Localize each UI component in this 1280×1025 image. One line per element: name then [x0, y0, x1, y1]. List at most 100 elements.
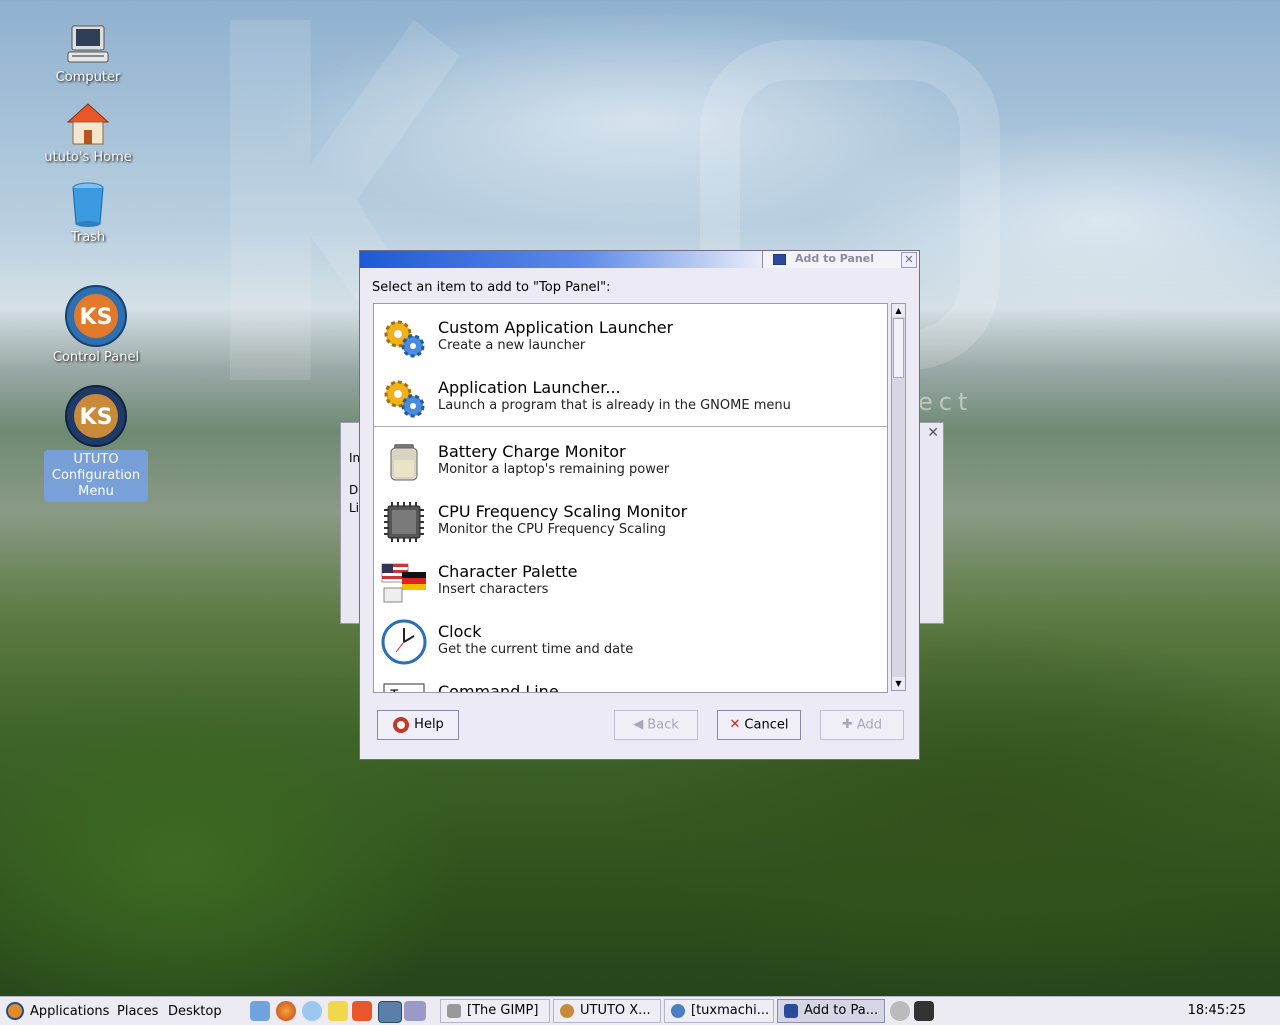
cancel-label: Cancel: [744, 717, 789, 733]
scroll-up-icon[interactable]: ▲: [892, 304, 905, 317]
list-item[interactable]: T Command Line: [374, 670, 887, 693]
applet-list[interactable]: Custom Application Launcher Create a new…: [373, 303, 888, 693]
item-name: Character Palette: [438, 562, 578, 581]
list-item[interactable]: Clock Get the current time and date: [374, 610, 887, 670]
messenger-icon[interactable]: [328, 1001, 348, 1021]
desktop-icon-label: Trash: [70, 230, 106, 245]
control-panel-icon: KS: [65, 285, 127, 347]
task-gimp[interactable]: [The GIMP]: [440, 999, 550, 1023]
list-item[interactable]: Application Launcher... Launch a program…: [374, 366, 887, 426]
scroll-down-icon[interactable]: ▼: [892, 677, 905, 690]
list-scrollbar[interactable]: ▲ ▼: [891, 303, 906, 691]
back-label: Back: [647, 717, 679, 733]
dialog-titlebar[interactable]: Add to Panel ✕: [360, 251, 919, 268]
task-browser[interactable]: [tuxmachi...: [664, 999, 774, 1023]
panel-icon: [784, 1004, 798, 1018]
item-name: Clock: [438, 622, 482, 641]
computer-icon: [67, 25, 109, 63]
gimp-icon: [447, 1004, 461, 1018]
task-add-to-panel[interactable]: Add to Pa...: [777, 999, 885, 1023]
task-ututo[interactable]: UTUTO X...: [553, 999, 661, 1023]
gears-icon: [384, 320, 425, 358]
firefox-icon[interactable]: [276, 1001, 296, 1021]
trash-icon: [72, 182, 104, 227]
item-description: Create a new launcher: [438, 338, 586, 353]
svg-text:T: T: [390, 688, 399, 693]
workspace-2[interactable]: [404, 1001, 426, 1021]
lifebuoy-icon: [393, 716, 410, 733]
terminal-icon: T: [383, 683, 425, 693]
desktop-icon-label: ututo's Home: [44, 150, 132, 165]
desktop-icon-label: Computer: [55, 70, 121, 85]
battery-icon: [390, 444, 418, 481]
add-button[interactable]: ✚ Add: [820, 710, 904, 740]
workspace-1[interactable]: [378, 1001, 402, 1023]
cancel-button[interactable]: ✕ Cancel: [717, 710, 801, 740]
help-label: Help: [414, 717, 444, 732]
item-name: Custom Application Launcher: [438, 318, 674, 337]
list-item[interactable]: Character Palette Insert characters: [374, 550, 887, 610]
applications-menu[interactable]: Applications: [30, 1004, 109, 1019]
task-label: UTUTO X...: [580, 1003, 651, 1018]
item-name: Application Launcher...: [438, 378, 621, 397]
home-icon[interactable]: [352, 1001, 372, 1021]
wallpaper-text: ect: [918, 388, 974, 416]
item-description: Insert characters: [438, 582, 549, 597]
panel-clock[interactable]: 18:45:25: [1188, 1003, 1246, 1018]
add-label: Add: [856, 717, 883, 733]
applications-menu-icon: [6, 1002, 24, 1020]
browser-icon: [671, 1004, 685, 1018]
close-icon[interactable]: ✕: [927, 425, 939, 441]
list-item[interactable]: Custom Application Launcher Create a new…: [374, 306, 887, 366]
background-text: D: [349, 483, 359, 497]
cancel-x-icon: ✕: [729, 717, 741, 732]
dialog-prompt: Select an item to add to "Top Panel":: [372, 280, 611, 295]
desktop-menu[interactable]: Desktop: [168, 1004, 222, 1019]
desktop-icon-trash[interactable]: Trash: [32, 180, 144, 246]
background-text: Li: [349, 501, 360, 515]
window-icon: [773, 254, 786, 265]
places-menu[interactable]: Places: [117, 1004, 158, 1019]
flags-icon: [381, 563, 426, 603]
desktop-icon-ututo-config[interactable]: KS UTUTO Configuration Menu: [40, 384, 152, 502]
svg-text:KS: KS: [80, 405, 113, 430]
back-button[interactable]: ◀ Back: [614, 710, 698, 740]
web-browser-icon[interactable]: [302, 1001, 322, 1021]
item-description: Get the current time and date: [438, 642, 634, 657]
scrollbar-thumb[interactable]: [893, 318, 904, 378]
monitor-icon[interactable]: [914, 1001, 934, 1021]
list-item[interactable]: CPU Frequency Scaling Monitor Monitor th…: [374, 490, 887, 550]
list-item[interactable]: Battery Charge Monitor Monitor a laptop'…: [374, 430, 887, 490]
plus-icon: ✚: [841, 717, 853, 732]
gears-icon: [384, 380, 425, 418]
arrow-left-icon: ◀: [633, 717, 644, 732]
item-description: Monitor a laptop's remaining power: [438, 462, 670, 477]
task-label: [The GIMP]: [467, 1003, 539, 1018]
desktop-icon-label: Control Panel: [52, 350, 140, 365]
item-name: CPU Frequency Scaling Monitor: [438, 502, 688, 521]
task-label: Add to Pa...: [804, 1003, 879, 1018]
desktop-icon-home[interactable]: ututo's Home: [32, 100, 144, 166]
help-button[interactable]: Help: [377, 710, 459, 740]
network-icon[interactable]: [890, 1001, 910, 1021]
task-label: [tuxmachi...: [691, 1003, 770, 1018]
bottom-panel: Applications Places Desktop [The GIMP] U…: [0, 996, 1280, 1025]
item-name: Command Line: [438, 682, 559, 693]
svg-text:KS: KS: [80, 305, 113, 330]
desktop-icon-control-panel[interactable]: KS Control Panel: [40, 284, 152, 366]
desktop-icon-computer[interactable]: Computer: [32, 20, 144, 86]
add-to-panel-dialog: Add to Panel ✕ Select an item to add to …: [359, 250, 920, 760]
cpu-chip-icon: [384, 502, 424, 542]
item-description: Monitor the CPU Frequency Scaling: [438, 522, 666, 537]
ututo-config-icon: KS: [65, 385, 127, 447]
close-icon[interactable]: ✕: [901, 252, 917, 268]
dialog-title: Add to Panel: [795, 252, 874, 265]
item-description: Launch a program that is already in the …: [438, 398, 791, 413]
desktop-icon-label: UTUTO Configuration Menu: [44, 450, 148, 502]
list-separator: [374, 426, 887, 427]
home-folder-icon: [66, 103, 110, 145]
mail-icon[interactable]: [250, 1001, 270, 1021]
item-name: Battery Charge Monitor: [438, 442, 626, 461]
ututo-icon: [560, 1004, 574, 1018]
clock-icon: [381, 619, 427, 665]
